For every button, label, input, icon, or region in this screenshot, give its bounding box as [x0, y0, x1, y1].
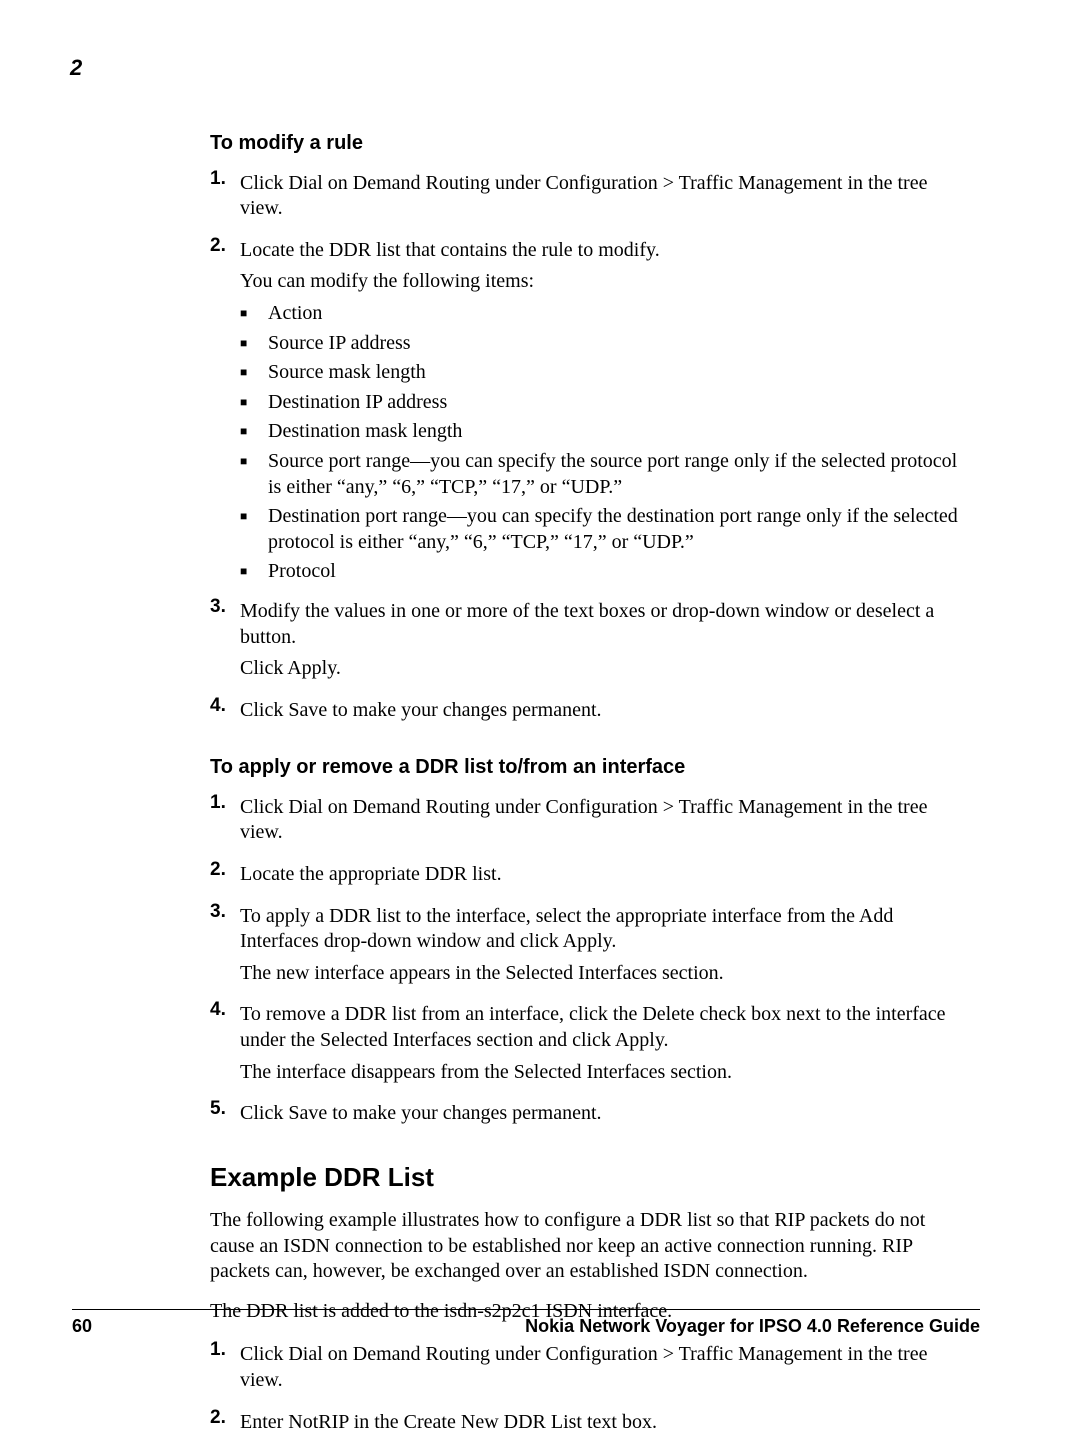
step-text: Locate the DDR list that contains the ru… [240, 238, 970, 264]
step-text: Locate the appropriate DDR list. [240, 862, 970, 888]
step-text: To remove a DDR list from an interface, … [240, 1002, 970, 1053]
bullet-list: Action Source IP address Source mask len… [240, 301, 970, 585]
ordered-list: 1. Click Dial on Demand Routing under Co… [210, 167, 970, 730]
list-item: 1. Click Dial on Demand Routing under Co… [210, 791, 970, 852]
bullet-text: Destination IP address [268, 390, 970, 416]
step-number: 1. [210, 1338, 240, 1399]
step-text: The new interface appears in the Selecte… [240, 961, 970, 987]
footer-rule [72, 1309, 980, 1310]
step-number: 5. [210, 1097, 240, 1133]
bullet-icon [240, 449, 268, 500]
step-number: 1. [210, 791, 240, 852]
bullet-icon [240, 419, 268, 445]
page-content: To modify a rule 1. Click Dial on Demand… [210, 131, 970, 1441]
list-item: 1. Click Dial on Demand Routing under Co… [210, 167, 970, 228]
step-text: Click Save to make your changes permanen… [240, 698, 970, 724]
step-number: 4. [210, 694, 240, 730]
step-text: Enter NotRIP in the Create New DDR List … [240, 1410, 970, 1436]
bullet-item: Source mask length [240, 360, 970, 386]
ordered-list: 1. Click Dial on Demand Routing under Co… [210, 1338, 970, 1441]
bullet-text: Destination port range—you can specify t… [268, 504, 970, 555]
page-number: 60 [72, 1316, 92, 1337]
step-text: The interface disappears from the Select… [240, 1060, 970, 1086]
step-text: Click Save to make your changes permanen… [240, 1101, 970, 1127]
step-text: You can modify the following items: [240, 269, 970, 295]
bullet-icon [240, 360, 268, 386]
intro-paragraph: The following example illustrates how to… [210, 1208, 970, 1285]
page-footer: 60 Nokia Network Voyager for IPSO 4.0 Re… [72, 1309, 980, 1337]
step-text: Modify the values in one or more of the … [240, 599, 970, 650]
section-heading: To apply or remove a DDR list to/from an… [210, 755, 970, 781]
step-number: 3. [210, 595, 240, 688]
bullet-text: Source mask length [268, 360, 970, 386]
section-heading-large: Example DDR List [210, 1161, 970, 1194]
bullet-item: Source IP address [240, 331, 970, 357]
document-page: 2 To modify a rule 1. Click Dial on Dema… [0, 0, 1080, 1397]
step-number: 3. [210, 900, 240, 993]
bullet-item: Destination mask length [240, 419, 970, 445]
step-text: Click Apply. [240, 656, 970, 682]
step-text: Click Dial on Demand Routing under Confi… [240, 795, 970, 846]
bullet-text: Action [268, 301, 970, 327]
step-number: 2. [210, 1406, 240, 1441]
list-item: 2. Locate the appropriate DDR list. [210, 858, 970, 894]
step-number: 2. [210, 858, 240, 894]
bullet-icon [240, 504, 268, 555]
list-item: 4. To remove a DDR list from an interfac… [210, 998, 970, 1091]
step-text: To apply a DDR list to the interface, se… [240, 904, 970, 955]
list-item: 5. Click Save to make your changes perma… [210, 1097, 970, 1133]
list-item: 3. Modify the values in one or more of t… [210, 595, 970, 688]
list-item: 4. Click Save to make your changes perma… [210, 694, 970, 730]
step-number: 2. [210, 234, 240, 589]
bullet-item: Protocol [240, 559, 970, 585]
bullet-text: Source IP address [268, 331, 970, 357]
step-number: 4. [210, 998, 240, 1091]
bullet-icon [240, 390, 268, 416]
bullet-icon [240, 301, 268, 327]
bullet-text: Protocol [268, 559, 970, 585]
step-text: Click Dial on Demand Routing under Confi… [240, 171, 970, 222]
bullet-item: Source port range—you can specify the so… [240, 449, 970, 500]
bullet-item: Action [240, 301, 970, 327]
bullet-text: Destination mask length [268, 419, 970, 445]
document-title: Nokia Network Voyager for IPSO 4.0 Refer… [525, 1316, 980, 1337]
step-text: Click Dial on Demand Routing under Confi… [240, 1342, 970, 1393]
step-number: 1. [210, 167, 240, 228]
list-item: 3. To apply a DDR list to the interface,… [210, 900, 970, 993]
list-item: 1. Click Dial on Demand Routing under Co… [210, 1338, 970, 1399]
list-item: 2. Enter NotRIP in the Create New DDR Li… [210, 1406, 970, 1441]
ordered-list: 1. Click Dial on Demand Routing under Co… [210, 791, 970, 1133]
bullet-item: Destination port range—you can specify t… [240, 504, 970, 555]
bullet-icon [240, 331, 268, 357]
bullet-item: Destination IP address [240, 390, 970, 416]
bullet-text: Source port range—you can specify the so… [268, 449, 970, 500]
bullet-icon [240, 559, 268, 585]
section-heading: To modify a rule [210, 131, 970, 157]
list-item: 2. Locate the DDR list that contains the… [210, 234, 970, 589]
chapter-number: 2 [70, 55, 980, 81]
